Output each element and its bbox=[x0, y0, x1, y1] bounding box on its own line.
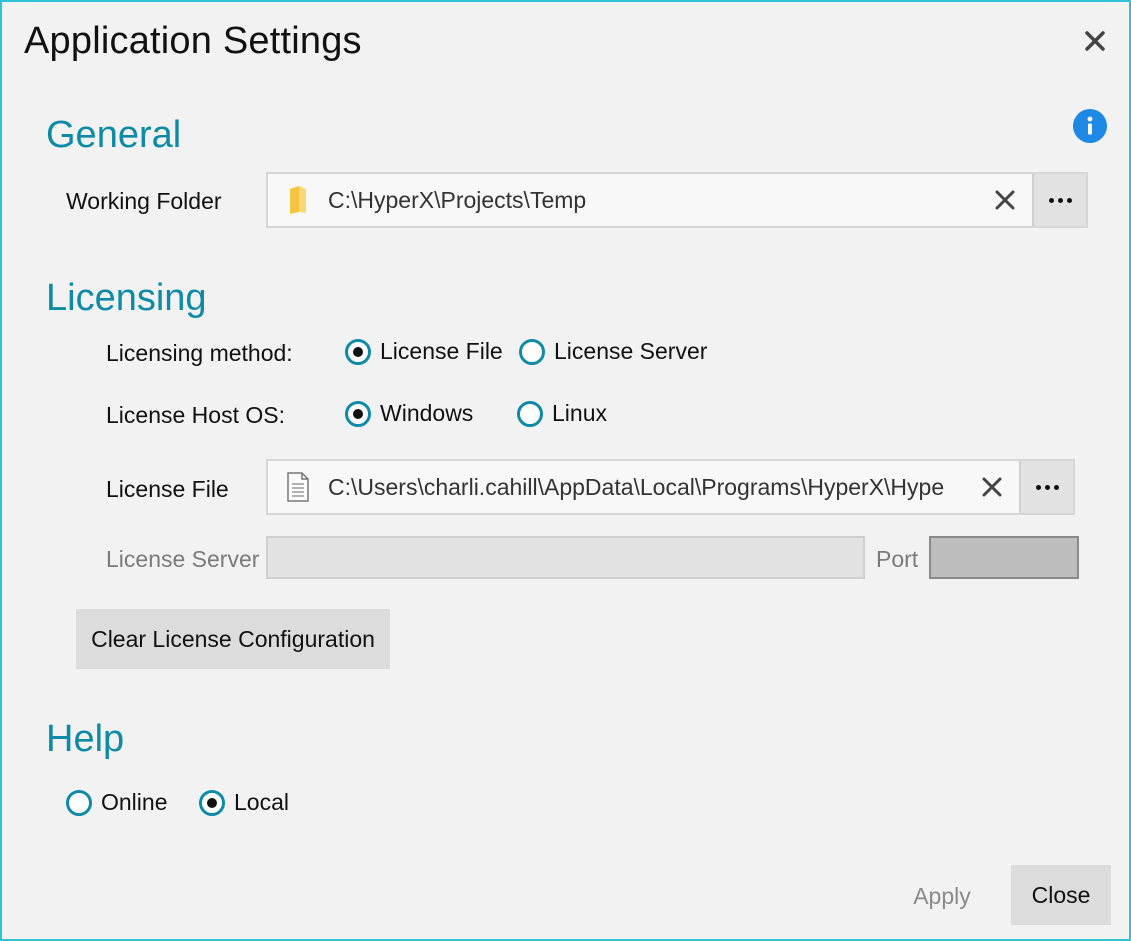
radio-label: Windows bbox=[380, 400, 474, 426]
working-folder-label: Working Folder bbox=[66, 188, 222, 214]
radio-windows[interactable]: Windows bbox=[345, 400, 473, 427]
radio-circle bbox=[199, 789, 225, 816]
licensing-heading: Licensing bbox=[46, 277, 207, 319]
port-input[interactable] bbox=[929, 536, 1079, 579]
working-folder-value: C:\HyperX\Projects\Temp bbox=[328, 186, 587, 213]
radio-linux[interactable]: Linux bbox=[517, 400, 607, 427]
license-host-os-label: License Host OS: bbox=[106, 402, 285, 428]
license-server-label: License Server bbox=[106, 546, 260, 572]
general-heading: General bbox=[46, 114, 182, 156]
folder-icon bbox=[268, 185, 328, 215]
help-heading: Help bbox=[46, 718, 125, 760]
document-icon bbox=[268, 472, 328, 502]
radio-label: License Server bbox=[554, 338, 708, 364]
radio-circle bbox=[345, 338, 371, 365]
browse-license-file-button[interactable] bbox=[1019, 461, 1073, 513]
clear-license-configuration-button[interactable]: Clear License Configuration bbox=[76, 609, 390, 669]
clear-working-folder-icon[interactable] bbox=[978, 174, 1032, 226]
radio-online[interactable]: Online bbox=[66, 789, 167, 816]
radio-circle bbox=[66, 789, 92, 816]
ellipsis-icon bbox=[1035, 484, 1059, 490]
radio-label: License File bbox=[380, 338, 503, 364]
clear-license-file-icon[interactable] bbox=[965, 461, 1019, 513]
ellipsis-icon bbox=[1048, 197, 1072, 203]
working-folder-field[interactable]: C:\HyperX\Projects\Temp bbox=[266, 172, 1088, 228]
radio-label: Online bbox=[101, 789, 168, 815]
radio-local[interactable]: Local bbox=[199, 789, 289, 816]
close-icon[interactable] bbox=[1080, 26, 1110, 56]
licensing-method-label: Licensing method: bbox=[106, 340, 293, 366]
info-icon[interactable] bbox=[1073, 109, 1107, 143]
radio-license-server[interactable]: License Server bbox=[519, 338, 707, 365]
radio-circle bbox=[345, 400, 371, 427]
license-file-label: License File bbox=[106, 476, 229, 502]
port-label: Port bbox=[876, 546, 919, 572]
license-server-input[interactable] bbox=[266, 536, 865, 579]
apply-button[interactable]: Apply bbox=[892, 866, 992, 926]
close-button[interactable]: Close bbox=[1011, 865, 1111, 925]
radio-circle bbox=[519, 338, 545, 365]
radio-license-file[interactable]: License File bbox=[345, 338, 503, 365]
radio-label: Linux bbox=[552, 400, 607, 426]
license-file-field[interactable]: C:\Users\charli.cahill\AppData\Local\Pro… bbox=[266, 459, 1075, 515]
license-file-value: C:\Users\charli.cahill\AppData\Local\Pro… bbox=[328, 473, 945, 500]
application-settings-dialog: Application Settings General Working Fol… bbox=[0, 0, 1131, 941]
dialog-title: Application Settings bbox=[24, 20, 362, 62]
browse-working-folder-button[interactable] bbox=[1032, 174, 1086, 226]
radio-circle bbox=[517, 400, 543, 427]
radio-label: Local bbox=[234, 789, 289, 815]
